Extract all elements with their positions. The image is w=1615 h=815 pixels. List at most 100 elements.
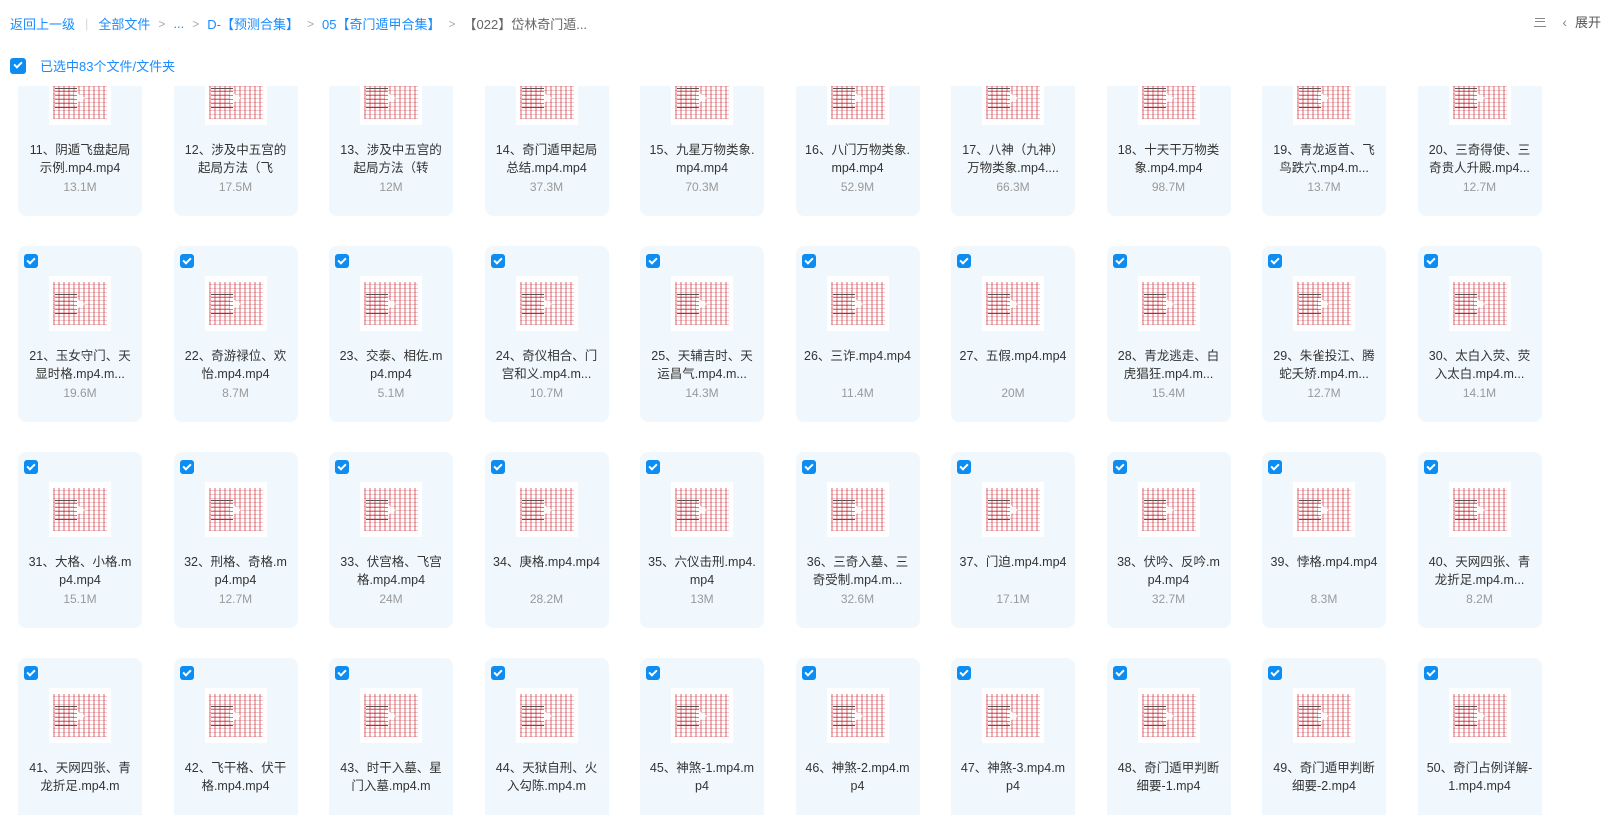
- file-checkbox[interactable]: [646, 254, 660, 268]
- file-card[interactable]: 16、八门万物类象.mp4.mp4 52.9M: [795, 86, 920, 216]
- video-thumbnail: [1137, 688, 1200, 743]
- file-checkbox[interactable]: [490, 666, 505, 680]
- file-checkbox[interactable]: [801, 666, 816, 680]
- file-card[interactable]: 38、伏吟、反吟.mp4.mp4 32.7M: [1106, 452, 1231, 628]
- file-checkbox[interactable]: [335, 460, 349, 474]
- video-thumbnail: [1137, 482, 1200, 537]
- back-link[interactable]: 返回上一级: [10, 14, 75, 33]
- file-checkbox[interactable]: [24, 254, 38, 268]
- file-name: 20、三奇得使、三奇贵人升殿.mp4...: [1428, 143, 1531, 175]
- file-card[interactable]: 43、时干入墓、星门入墓.mp4.m: [329, 658, 453, 815]
- breadcrumb-prediction-collection[interactable]: D-【预测合集】: [207, 14, 299, 33]
- file-card[interactable]: 13、涉及中五宫的起局方法（转 12M: [329, 86, 453, 216]
- file-size: 14.3M: [685, 386, 719, 400]
- file-checkbox[interactable]: [1268, 460, 1282, 474]
- file-card[interactable]: 30、太白入荧、荧入太白.mp4.m... 14.1M: [1417, 246, 1542, 422]
- file-checkbox[interactable]: [1268, 254, 1282, 268]
- file-card[interactable]: 23、交泰、相佐.mp4.mp4 5.1M: [329, 246, 453, 422]
- file-card[interactable]: 35、六仪击刑.mp4.mp4 13M: [640, 452, 764, 628]
- file-checkbox[interactable]: [179, 460, 194, 474]
- play-icon: [540, 297, 552, 311]
- file-checkbox[interactable]: [1112, 666, 1127, 680]
- file-card[interactable]: 44、天狱自刑、火入勾陈.mp4.m: [484, 658, 609, 815]
- video-thumbnail: [515, 482, 578, 537]
- file-card[interactable]: 45、神煞-1.mp4.mp4: [640, 658, 764, 815]
- file-checkbox[interactable]: [335, 254, 349, 268]
- file-name: 44、天狱自刑、火入勾陈.mp4.m: [495, 761, 598, 793]
- file-card[interactable]: 41、天网四张、青龙折足.mp4.m: [18, 658, 142, 815]
- file-checkbox[interactable]: [179, 254, 194, 268]
- file-name: 48、奇门遁甲判断细要-1.mp4: [1117, 761, 1220, 793]
- list-view-icon[interactable]: [1532, 14, 1548, 30]
- file-card[interactable]: 15、九星万物类象.mp4.mp4 70.3M: [640, 86, 764, 216]
- file-checkbox[interactable]: [179, 666, 194, 680]
- file-checkbox[interactable]: [24, 666, 38, 680]
- file-card[interactable]: 31、大格、小格.mp4.mp4 15.1M: [18, 452, 142, 628]
- play-icon: [229, 709, 241, 723]
- file-card[interactable]: 14、奇门遁甲起局总结.mp4.mp4 37.3M: [484, 86, 609, 216]
- file-name: 39、悖格.mp4.mp4: [1270, 555, 1378, 569]
- file-card[interactable]: 24、奇仪相合、门宫和义.mp4.m... 10.7M: [484, 246, 609, 422]
- file-checkbox[interactable]: [801, 254, 816, 268]
- file-card[interactable]: 21、玉女守门、天显时格.mp4.m... 19.6M: [18, 246, 142, 422]
- play-icon: [229, 503, 241, 517]
- breadcrumb-ellipsis[interactable]: ...: [173, 16, 184, 31]
- file-card[interactable]: 47、神煞-3.mp4.mp4: [951, 658, 1075, 815]
- file-grid-viewport[interactable]: 11、阴遁飞盘起局示例.mp4.mp4 13.1M 12、涉及中五宫的起局方法（飞 1…: [0, 86, 1615, 815]
- file-card[interactable]: 33、伏宫格、飞宫格.mp4.mp4 24M: [329, 452, 453, 628]
- file-checkbox[interactable]: [335, 666, 349, 680]
- expand-button[interactable]: 展开: [1575, 12, 1601, 31]
- file-checkbox[interactable]: [1423, 254, 1438, 268]
- video-thumbnail: [49, 276, 111, 331]
- file-card[interactable]: 37、门迫.mp4.mp4 17.1M: [951, 452, 1075, 628]
- file-checkbox[interactable]: [801, 460, 816, 474]
- file-name: 21、玉女守门、天显时格.mp4.m...: [29, 349, 131, 381]
- file-checkbox[interactable]: [1423, 460, 1438, 474]
- play-icon: [385, 503, 396, 517]
- file-card[interactable]: 26、三诈.mp4.mp4 11.4M: [795, 246, 920, 422]
- file-card[interactable]: 48、奇门遁甲判断细要-1.mp4: [1106, 658, 1231, 815]
- file-checkbox[interactable]: [957, 666, 971, 680]
- file-checkbox[interactable]: [490, 254, 505, 268]
- file-checkbox[interactable]: [957, 460, 971, 474]
- file-name: 34、庚格.mp4.mp4: [493, 555, 600, 569]
- file-checkbox[interactable]: [24, 460, 38, 474]
- file-card[interactable]: 49、奇门遁甲判断细要-2.mp4: [1262, 658, 1386, 815]
- video-thumbnail: [204, 688, 267, 743]
- file-card[interactable]: 19、青龙返首、飞鸟跌穴.mp4.m... 13.7M: [1262, 86, 1386, 216]
- file-card[interactable]: 20、三奇得使、三奇贵人升殿.mp4... 12.7M: [1417, 86, 1542, 216]
- file-card[interactable]: 12、涉及中五宫的起局方法（飞 17.5M: [173, 86, 298, 216]
- file-card[interactable]: 29、朱雀投江、腾蛇夭矫.mp4.m... 12.7M: [1262, 246, 1386, 422]
- file-card[interactable]: 46、神煞-2.mp4.mp4: [795, 658, 920, 815]
- file-card[interactable]: 39、悖格.mp4.mp4 8.3M: [1262, 452, 1386, 628]
- file-card[interactable]: 11、阴遁飞盘起局示例.mp4.mp4 13.1M: [18, 86, 142, 216]
- file-card[interactable]: 28、青龙逃走、白虎猖狂.mp4.m... 15.4M: [1106, 246, 1231, 422]
- file-card[interactable]: 25、天辅吉时、天运昌气.mp4.m... 14.3M: [640, 246, 764, 422]
- file-card[interactable]: 36、三奇入墓、三奇受制.mp4.m... 32.6M: [795, 452, 920, 628]
- file-card[interactable]: 34、庚格.mp4.mp4 28.2M: [484, 452, 609, 628]
- file-card[interactable]: 32、刑格、奇格.mp4.mp4 12.7M: [173, 452, 298, 628]
- file-checkbox[interactable]: [646, 460, 660, 474]
- file-checkbox[interactable]: [1112, 460, 1127, 474]
- breadcrumb-all-files[interactable]: 全部文件: [98, 14, 150, 33]
- file-checkbox[interactable]: [1268, 666, 1282, 680]
- select-all-checkbox[interactable]: [10, 57, 26, 74]
- chevron-left-icon[interactable]: ‹: [1562, 14, 1567, 30]
- file-card[interactable]: 17、八神（九神）万物类象.mp4.... 66.3M: [951, 86, 1075, 216]
- file-card[interactable]: 18、十天干万物类象.mp4.mp4 98.7M: [1106, 86, 1231, 216]
- breadcrumb-qimen-collection[interactable]: 05【奇门遁甲合集】: [322, 14, 440, 33]
- file-card[interactable]: 22、奇游禄位、欢怡.mp4.mp4 8.7M: [173, 246, 298, 422]
- file-grid: 11、阴遁飞盘起局示例.mp4.mp4 13.1M 12、涉及中五宫的起局方法（飞 1…: [18, 86, 1542, 815]
- file-card[interactable]: 27、五假.mp4.mp4 20M: [951, 246, 1075, 422]
- file-checkbox[interactable]: [1112, 254, 1127, 268]
- file-checkbox[interactable]: [490, 460, 505, 474]
- file-checkbox[interactable]: [1423, 666, 1438, 680]
- file-card[interactable]: 50、奇门占例详解-1.mp4.mp4: [1417, 658, 1542, 815]
- file-card[interactable]: 40、天网四张、青龙折足.mp4.m... 8.2M: [1417, 452, 1542, 628]
- file-card[interactable]: 42、飞干格、伏干格.mp4.mp4: [173, 658, 298, 815]
- video-thumbnail: [671, 688, 733, 743]
- file-checkbox[interactable]: [957, 254, 971, 268]
- breadcrumb: 返回上一级 | 全部文件 > ... > D-【预测合集】 > 05【奇门遁甲合…: [10, 14, 587, 33]
- file-name: 45、神煞-1.mp4.mp4: [649, 761, 755, 793]
- file-checkbox[interactable]: [646, 666, 660, 680]
